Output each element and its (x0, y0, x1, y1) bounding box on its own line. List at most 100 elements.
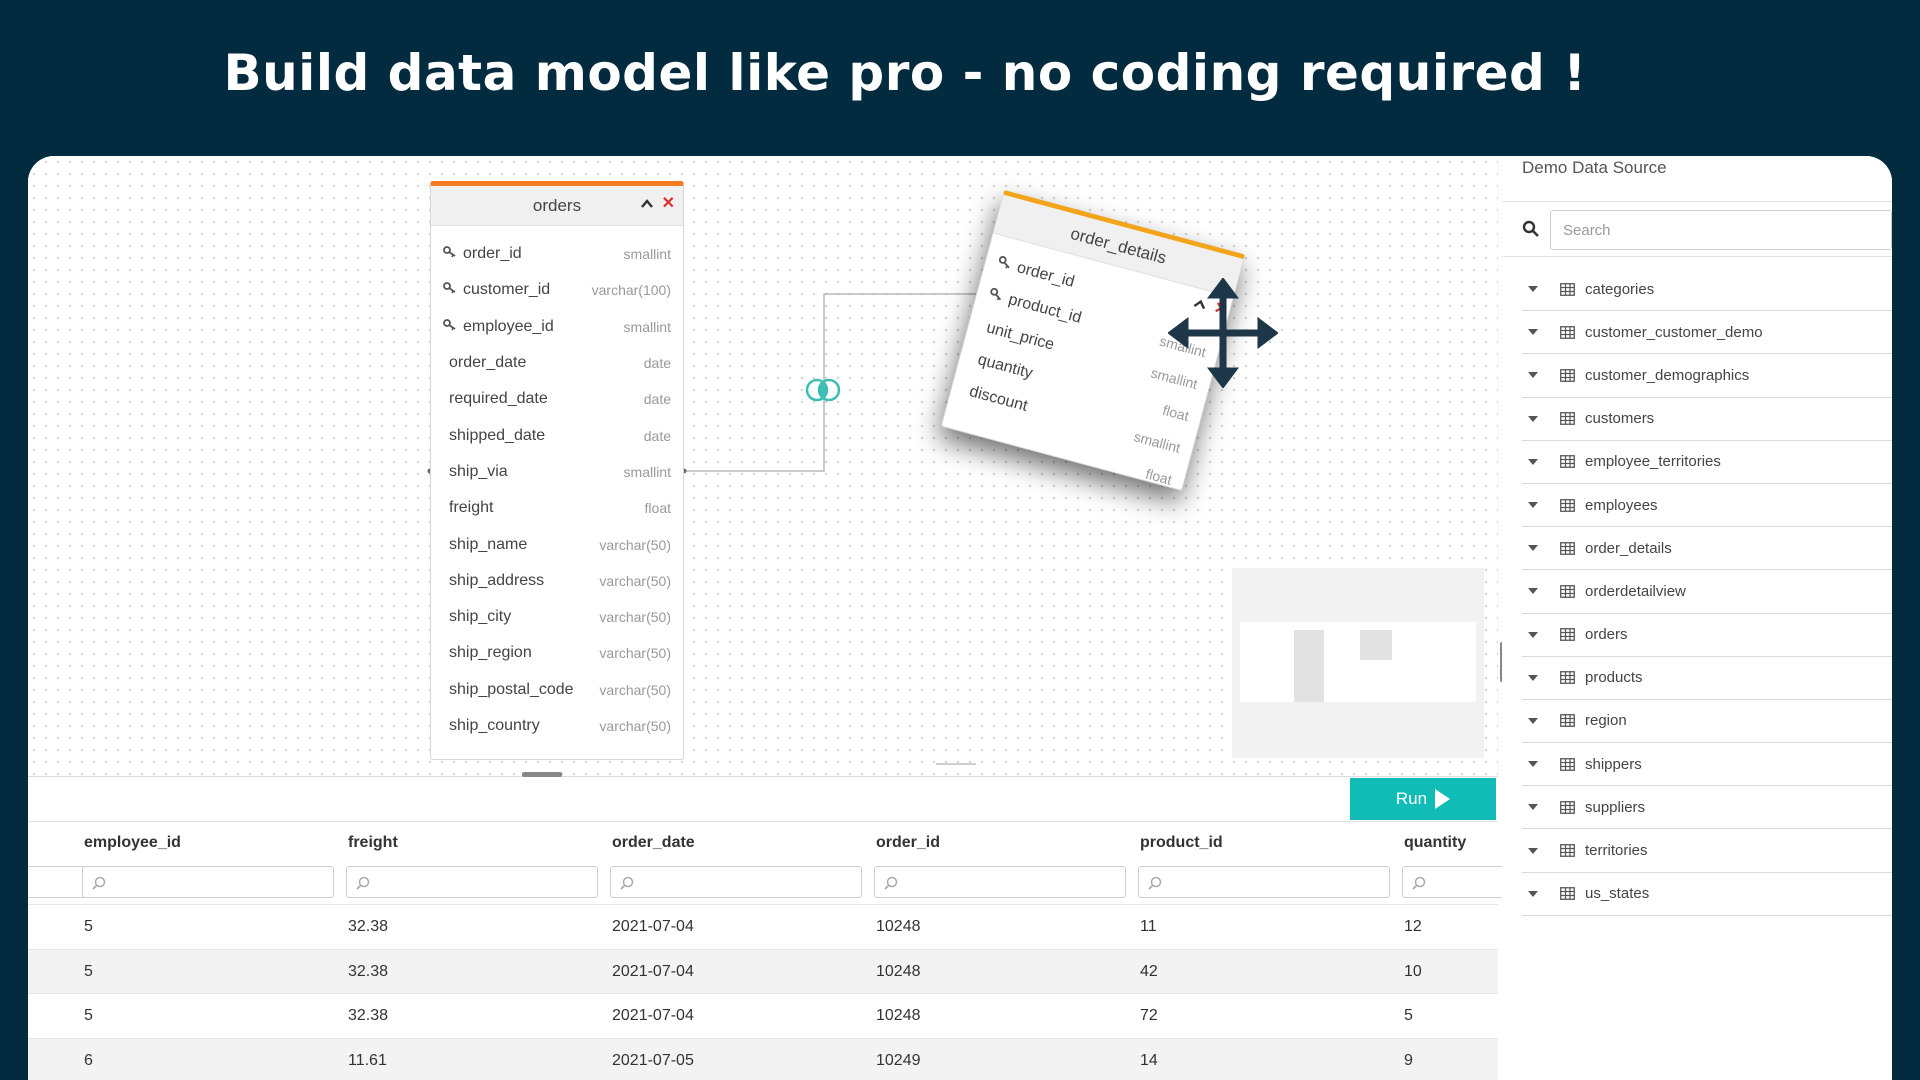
field-row[interactable]: freight float (431, 490, 683, 526)
table-list-item[interactable]: territories (1522, 829, 1892, 873)
table-name: suppliers (1585, 798, 1646, 816)
field-row[interactable]: required_date date (431, 381, 683, 417)
table-list-item[interactable]: order_details (1522, 527, 1892, 571)
app-window: orders ✕ order_id smallint customer_id varc… (28, 156, 1892, 1080)
caret-down-icon[interactable] (1528, 502, 1538, 509)
table-list-item[interactable]: customer_demographics (1522, 354, 1892, 398)
caret-down-icon[interactable] (1528, 329, 1538, 336)
table-list-item[interactable]: products (1522, 657, 1892, 700)
table-row[interactable]: 5 32.38 2021-07-04 10248 72 5 (28, 993, 1498, 1037)
run-button-label: Run (1395, 789, 1428, 808)
caret-down-icon[interactable] (1528, 717, 1538, 724)
field-row[interactable]: order_id smallint (431, 236, 683, 272)
minimap-viewport (1240, 622, 1476, 702)
column-header[interactable]: freight (348, 834, 398, 852)
table-list-item[interactable]: orderdetailview (1522, 570, 1892, 614)
move-arrows-icon (1168, 278, 1278, 388)
field-row[interactable]: ship_country varchar(50) (431, 708, 683, 744)
column-header[interactable]: order_date (612, 834, 695, 852)
table-name: shippers (1585, 755, 1642, 773)
table-cell: 6 (84, 1051, 93, 1069)
close-icon[interactable]: ✕ (662, 196, 675, 212)
field-name: ship_city (443, 608, 511, 626)
table-row[interactable]: 5 32.38 2021-07-04 10248 42 10 (28, 948, 1498, 993)
column-header[interactable]: product_id (1140, 834, 1223, 852)
key-icon (996, 254, 1014, 275)
key-icon (443, 318, 457, 336)
table-list-item[interactable]: employees (1522, 484, 1892, 528)
field-name-text: employee_id (463, 317, 554, 335)
column-filter-input[interactable] (874, 866, 1126, 898)
column-filter-input[interactable] (346, 866, 598, 898)
key-icon (443, 245, 457, 263)
field-row[interactable]: ship_region varchar(50) (431, 635, 683, 671)
column-filter-input[interactable] (1138, 866, 1390, 898)
caret-down-icon[interactable] (1528, 458, 1538, 465)
join-venn-icon[interactable] (805, 378, 841, 402)
magnifier-icon (356, 876, 370, 890)
caret-down-icon[interactable] (1528, 804, 1538, 811)
field-row[interactable]: employee_id smallint (431, 309, 683, 345)
field-type: date (643, 391, 671, 408)
table-name: customers (1585, 410, 1655, 428)
table-name: orders (1585, 626, 1628, 644)
caret-down-icon[interactable] (1528, 588, 1538, 595)
field-row[interactable]: shipped_date date (431, 417, 683, 453)
table-row[interactable]: 6 11.61 2021-07-05 10249 14 9 (28, 1037, 1498, 1080)
caret-down-icon[interactable] (1528, 415, 1538, 422)
field-type: float (1161, 401, 1191, 424)
field-type: float (644, 500, 671, 517)
divider (1502, 201, 1892, 202)
field-row[interactable]: ship_city varchar(50) (431, 599, 683, 635)
caret-down-icon[interactable] (1528, 761, 1538, 768)
column-header[interactable]: quantity (1404, 834, 1466, 852)
field-type: varchar(50) (599, 572, 671, 589)
column-header[interactable]: employee_id (84, 834, 181, 852)
headline: Build data model like pro - no coding re… (223, 44, 1587, 102)
field-row[interactable]: order_date date (431, 345, 683, 381)
field-row[interactable]: ship_name varchar(50) (431, 526, 683, 562)
field-row[interactable]: ship_via smallint (431, 454, 683, 490)
table-row[interactable]: 5 32.38 2021-07-04 10248 11 12 (28, 904, 1498, 948)
field-row[interactable]: ship_postal_code varchar(50) (431, 672, 683, 708)
table-list-item[interactable]: region (1522, 700, 1892, 744)
run-button[interactable]: Run (1350, 778, 1496, 820)
table-grid-icon (1560, 455, 1575, 469)
table-list-item[interactable]: suppliers (1522, 786, 1892, 830)
table-list-item[interactable]: shippers (1522, 743, 1892, 787)
table-list-item[interactable]: customers (1522, 398, 1892, 441)
caret-down-icon[interactable] (1528, 545, 1538, 552)
column-header[interactable]: order_id (876, 834, 940, 852)
caret-down-icon[interactable] (1528, 372, 1538, 379)
table-cell: 11 (1140, 918, 1157, 935)
caret-down-icon[interactable] (1528, 286, 1538, 293)
field-row[interactable]: ship_address varchar(50) (431, 563, 683, 599)
chevron-up-icon[interactable] (640, 197, 654, 211)
field-name (955, 422, 961, 424)
orders-table-card[interactable]: orders ✕ order_id smallint customer_id varc… (430, 181, 684, 760)
field-name: ship_region (443, 644, 532, 662)
caret-down-icon[interactable] (1528, 631, 1538, 638)
table-name: categories (1585, 280, 1655, 298)
table-search-input[interactable] (1550, 210, 1892, 250)
pane-resize-handle[interactable] (522, 772, 562, 777)
table-list-item[interactable]: us_states (1522, 873, 1892, 916)
field-name-text: order_id (463, 245, 522, 263)
field-row[interactable]: customer_id varchar(100) (431, 272, 683, 308)
table-list-item[interactable]: customer_customer_demo (1522, 311, 1892, 355)
column-filter-input[interactable] (82, 866, 334, 898)
caret-down-icon[interactable] (1528, 847, 1538, 854)
orders-table-header[interactable]: orders ✕ (431, 186, 683, 226)
model-canvas[interactable]: orders ✕ order_id smallint customer_id varc… (28, 156, 1498, 776)
table-list-item[interactable]: categories (1522, 268, 1892, 312)
caret-down-icon[interactable] (1528, 674, 1538, 681)
table-cell: 10248 (876, 918, 921, 935)
canvas-minimap[interactable] (1232, 568, 1484, 758)
field-type: varchar(100) (591, 282, 671, 299)
caret-down-icon[interactable] (1528, 890, 1538, 897)
column-filter-input[interactable] (610, 866, 862, 898)
table-list-item[interactable]: employee_territories (1522, 441, 1892, 484)
table-list-item[interactable]: orders (1522, 614, 1892, 657)
field-type: smallint (1132, 427, 1183, 456)
table-cell: 12 (1404, 918, 1422, 935)
